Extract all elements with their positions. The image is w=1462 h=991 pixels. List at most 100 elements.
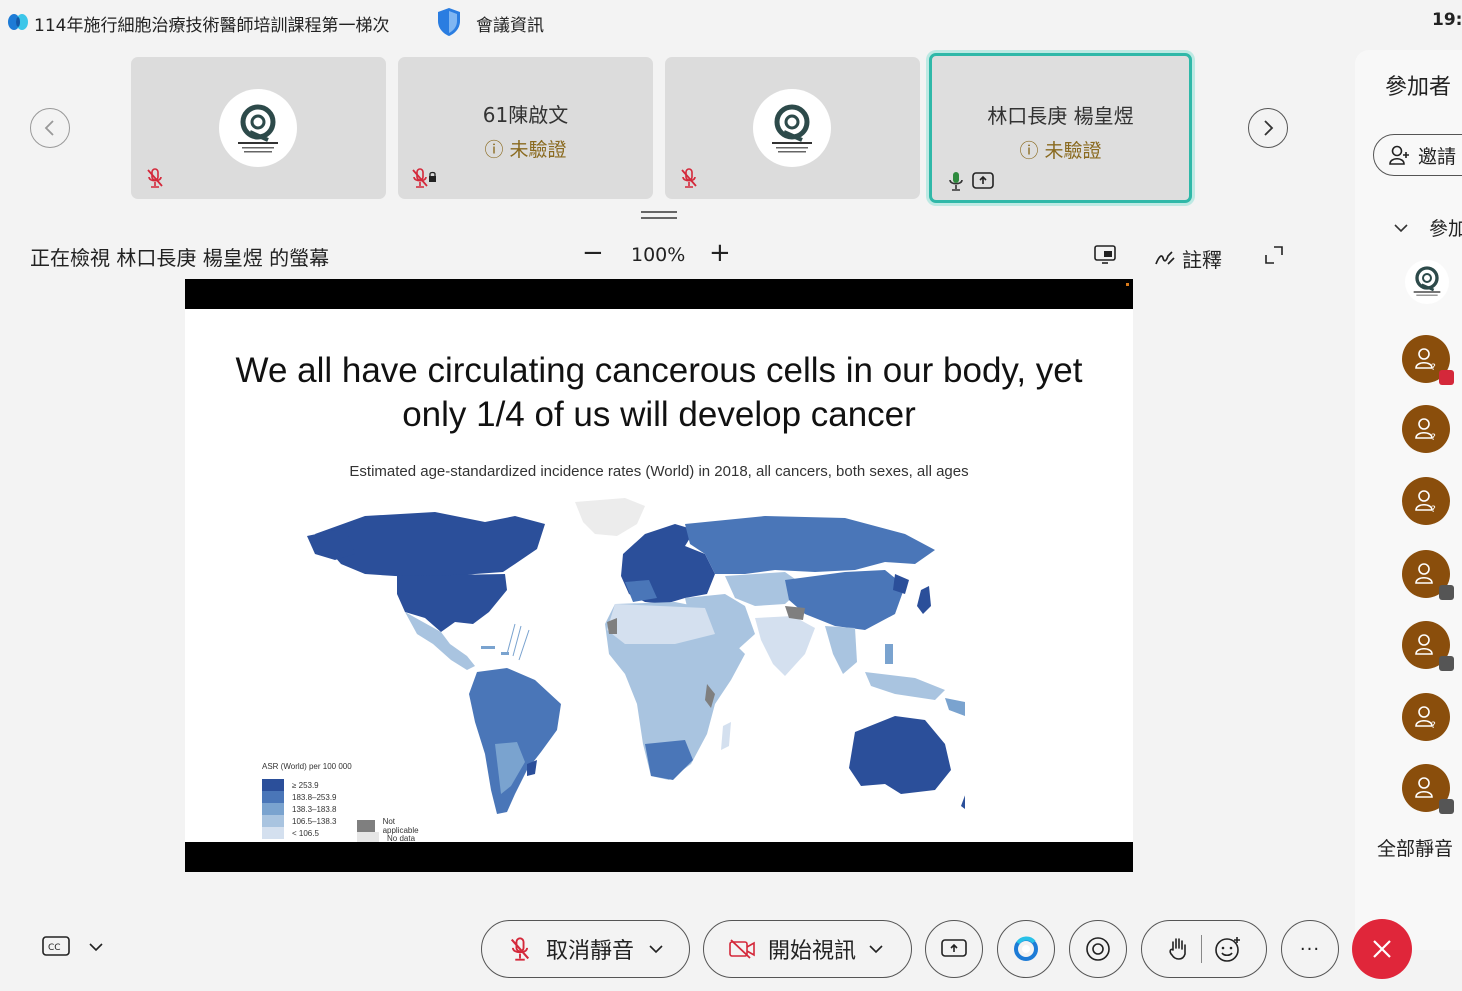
svg-text:?: ?: [1431, 433, 1436, 442]
legend-item: No data: [357, 832, 423, 842]
legend-swatch: [262, 803, 284, 815]
tjcpm-logo-icon: [1413, 266, 1441, 296]
slide-subtitle: Estimated age-standardized incidence rat…: [349, 463, 969, 480]
reactions-button[interactable]: [1141, 920, 1267, 978]
mic-muted-icon: [681, 168, 697, 188]
participant-avatar[interactable]: ?: [1402, 335, 1454, 385]
legend-label: 106.5–138.3: [292, 816, 337, 826]
clock: 19:5: [1432, 10, 1462, 30]
legend-item: ≥ 253.9: [262, 779, 352, 791]
webex-logo-icon: [8, 14, 28, 30]
meeting-info-link[interactable]: 會議資訊: [476, 11, 544, 36]
emoji-reaction-icon: [1214, 937, 1240, 962]
participant-name: 61陳啟文: [482, 103, 569, 127]
mute-all-button[interactable]: 全部靜音: [1377, 834, 1453, 861]
mic-muted-locked-icon: [412, 168, 436, 188]
ai-assistant-button[interactable]: [997, 920, 1055, 978]
record-button[interactable]: [1069, 920, 1127, 978]
meeting-title: 114年施行細胞治療技術醫師培訓課程第一梯次: [34, 16, 390, 36]
annotate-label: 註釋: [1182, 248, 1222, 272]
presentation-slide: We all have circulating cancerous cells …: [185, 309, 1133, 842]
share-content-button[interactable]: [925, 920, 983, 978]
unverified-label: 未驗證: [509, 139, 567, 161]
participant-avatar[interactable]: ?: [1402, 477, 1450, 525]
zoom-out-button[interactable]: −: [582, 240, 604, 266]
start-video-label: 開始視訊: [768, 939, 857, 964]
participant-tile[interactable]: [131, 57, 386, 199]
legend-na-group: Not applicable No data: [357, 817, 423, 842]
participant-tile-active[interactable]: 林口長庚 楊皇煜 ⓘ 未驗證: [929, 53, 1192, 203]
participant-avatar[interactable]: [1402, 764, 1454, 814]
unmute-label: 取消靜音: [546, 939, 635, 964]
annotate-pen-icon: [1155, 250, 1175, 265]
org-logo: [753, 89, 831, 167]
svg-text:CC: CC: [48, 943, 61, 953]
tile-status: [145, 167, 165, 189]
record-icon: [1086, 937, 1110, 961]
svg-text:?: ?: [1431, 721, 1436, 730]
tile-status: [948, 170, 994, 192]
divider: [1200, 935, 1202, 963]
legend-item: 183.8–253.9: [262, 791, 352, 803]
person-unknown-icon: [1415, 563, 1433, 584]
mic-active-icon: [949, 172, 963, 191]
add-person-icon: [1389, 145, 1409, 165]
legend-label: < 106.5: [292, 828, 319, 838]
participant-avatar[interactable]: [1405, 260, 1449, 304]
annotate-button[interactable]: 註釋: [1154, 244, 1222, 273]
participant-avatar[interactable]: [1402, 550, 1454, 600]
unverified-label: 未驗證: [1044, 140, 1102, 162]
participant-tile[interactable]: [665, 57, 920, 199]
fullscreen-icon[interactable]: [1264, 245, 1284, 265]
shared-screen: We all have circulating cancerous cells …: [185, 279, 1133, 872]
more-options-button[interactable]: ···: [1281, 920, 1339, 978]
legend-swatch: [262, 791, 284, 803]
legend-swatch: [262, 779, 284, 791]
legend-label: No data: [387, 833, 416, 843]
invite-button[interactable]: 邀請: [1373, 134, 1462, 176]
participant-name: 林口長庚 楊皇煜: [987, 104, 1134, 128]
legend-item: < 106.5: [262, 827, 352, 839]
participant-avatar[interactable]: ?: [1402, 405, 1450, 453]
legend-swatch: [262, 815, 284, 827]
zoom-in-button[interactable]: +: [709, 240, 731, 266]
legend-item: 138.3–183.8: [262, 803, 352, 815]
participants-panel: 參加者 邀請 參加 ? ? ? ? 全部靜音: [1355, 50, 1462, 950]
chevron-left-icon: [44, 120, 54, 136]
filmstrip-next-button[interactable]: [1248, 108, 1288, 148]
chevron-down-icon: [89, 943, 103, 952]
pop-out-view-icon[interactable]: [1094, 245, 1116, 265]
share-screen-icon: [941, 939, 967, 957]
legend-label: 183.8–253.9: [292, 792, 337, 802]
world-incidence-map: [307, 498, 965, 814]
resize-handle[interactable]: [641, 211, 677, 219]
ai-assistant-icon: [1014, 936, 1038, 961]
person-unknown-icon: [1415, 777, 1433, 798]
chevron-down-icon: [649, 945, 663, 954]
phone-badge-icon: [1439, 585, 1454, 600]
question-circle-icon: ⓘ: [484, 139, 504, 161]
unmute-button[interactable]: 取消靜音: [481, 920, 690, 978]
shield-icon[interactable]: [436, 7, 462, 37]
question-circle-icon: ⓘ: [1019, 140, 1039, 162]
leave-meeting-button[interactable]: [1352, 919, 1412, 979]
screen-share-icon: [972, 172, 994, 189]
phone-badge-icon: [1439, 656, 1454, 671]
participant-group-header[interactable]: 參加: [1393, 214, 1462, 241]
participant-avatar[interactable]: ?: [1402, 693, 1450, 741]
chevron-right-icon: [1264, 120, 1274, 136]
filmstrip-prev-button[interactable]: [30, 108, 70, 148]
captions-button[interactable]: CC: [42, 936, 104, 958]
svg-text:?: ?: [1431, 505, 1436, 514]
map-legend: ASR (World) per 100 000 ≥ 253.9 183.8–25…: [262, 762, 419, 842]
legend-item: Not applicable: [357, 817, 423, 835]
person-unknown-icon: ?: [1415, 706, 1436, 730]
start-video-button[interactable]: 開始視訊: [703, 920, 912, 978]
viewing-screen-label: 正在檢視 林口長庚 楊皇煜 的螢幕: [30, 246, 330, 270]
person-unknown-icon: ?: [1415, 490, 1436, 514]
participant-tile[interactable]: 61陳啟文 ⓘ 未驗證: [398, 57, 653, 199]
closed-captions-icon: CC: [42, 936, 70, 956]
person-unknown-icon: [1415, 634, 1433, 655]
raise-hand-icon: [1168, 938, 1186, 960]
participant-avatar[interactable]: [1402, 621, 1454, 671]
